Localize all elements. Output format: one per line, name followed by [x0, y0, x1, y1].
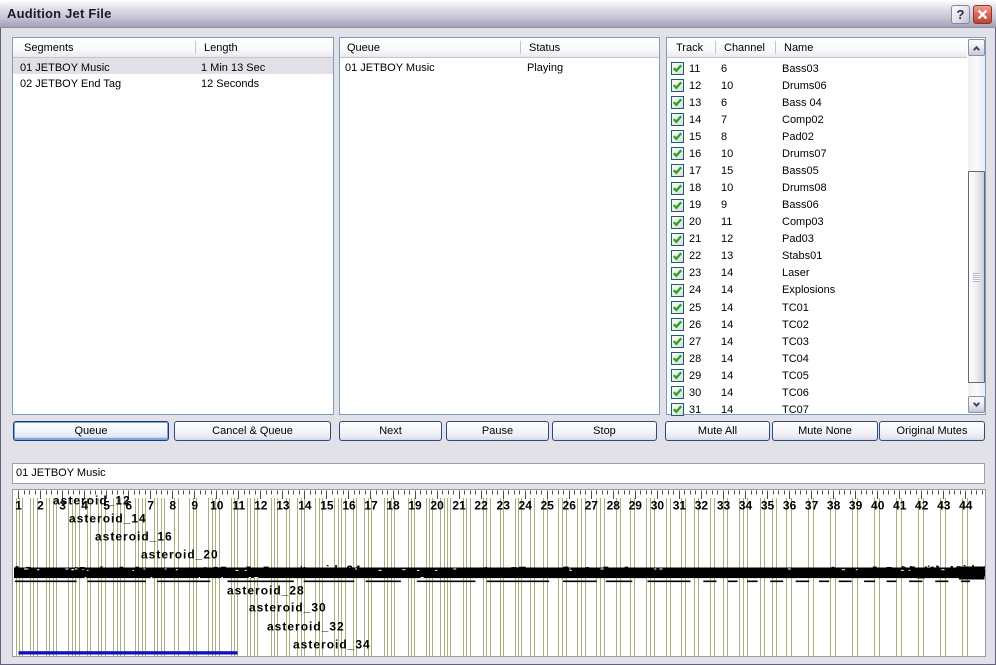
svg-text:44: 44	[959, 499, 973, 513]
svg-text:30: 30	[651, 499, 665, 513]
svg-text:10: 10	[210, 499, 224, 513]
svg-text:39: 39	[849, 499, 863, 513]
svg-text:asteroid_30: asteroid_30	[249, 601, 327, 615]
svg-text:40: 40	[871, 499, 885, 513]
svg-text:41: 41	[893, 499, 907, 513]
svg-text:8: 8	[169, 499, 176, 513]
svg-text:asteroid_16: asteroid_16	[95, 530, 173, 544]
svg-text:24: 24	[519, 499, 533, 513]
svg-text:37: 37	[805, 499, 819, 513]
svg-text:asteroid_34: asteroid_34	[293, 638, 371, 652]
svg-text:14: 14	[298, 499, 312, 513]
svg-text:31: 31	[673, 499, 687, 513]
svg-text:36: 36	[783, 499, 797, 513]
svg-text:2: 2	[37, 499, 44, 513]
svg-text:23: 23	[497, 499, 511, 513]
svg-text:asteroid_12: asteroid_12	[53, 494, 131, 508]
svg-text:asteroid_39: asteroid_39	[913, 566, 985, 580]
svg-text:12: 12	[254, 499, 268, 513]
svg-text:26: 26	[563, 499, 577, 513]
svg-text:asteroid_28: asteroid_28	[227, 584, 305, 598]
svg-text:27: 27	[585, 499, 599, 513]
svg-text:33: 33	[717, 499, 731, 513]
svg-text:asteroid_20: asteroid_20	[141, 548, 219, 562]
svg-text:11: 11	[232, 499, 245, 513]
svg-text:18: 18	[386, 499, 400, 513]
svg-text:21: 21	[452, 499, 466, 513]
svg-text:15: 15	[320, 499, 334, 513]
svg-text:1: 1	[15, 499, 22, 513]
svg-text:9: 9	[191, 499, 198, 513]
svg-text:16: 16	[342, 499, 356, 513]
svg-text:43: 43	[937, 499, 951, 513]
svg-text:17: 17	[364, 499, 378, 513]
svg-text:asteroid_32: asteroid_32	[267, 620, 345, 634]
svg-text:28: 28	[607, 499, 621, 513]
svg-text:7: 7	[147, 499, 154, 513]
svg-text:13: 13	[276, 499, 290, 513]
svg-text:35: 35	[761, 499, 775, 513]
svg-text:asteroid_14: asteroid_14	[69, 512, 147, 526]
svg-text:34: 34	[739, 499, 753, 513]
svg-text:25: 25	[541, 499, 555, 513]
svg-text:42: 42	[915, 499, 929, 513]
svg-text:19: 19	[408, 499, 422, 513]
svg-text:38: 38	[827, 499, 841, 513]
svg-text:29: 29	[629, 499, 643, 513]
svg-text:32: 32	[695, 499, 709, 513]
svg-text:20: 20	[430, 499, 444, 513]
svg-text:22: 22	[474, 499, 488, 513]
